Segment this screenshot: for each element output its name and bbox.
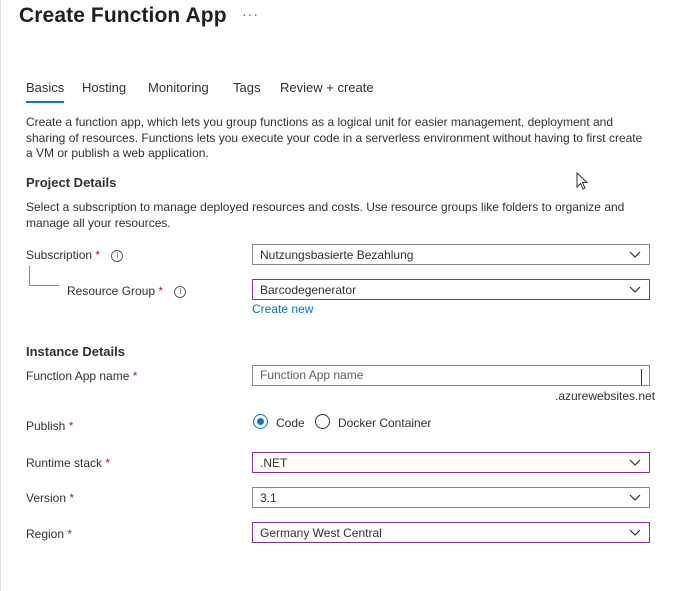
runtime-stack-value: .NET [260, 456, 288, 470]
resource-group-label: Resource Group * i [67, 284, 187, 298]
tree-connector [29, 266, 30, 285]
info-icon[interactable]: i [111, 250, 124, 262]
instance-details-heading: Instance Details [26, 344, 125, 359]
subscription-label-text: Subscription [26, 248, 93, 262]
page-title: Create Function App [19, 4, 227, 27]
text-cursor [641, 369, 642, 385]
version-label: Version * [26, 491, 74, 505]
chevron-down-icon [629, 494, 641, 501]
version-label-text: Version [26, 491, 67, 505]
version-value: 3.1 [260, 491, 277, 505]
required-marker: * [105, 456, 111, 470]
chevron-down-icon [629, 251, 641, 258]
domain-suffix: .azurewebsites.net [555, 389, 656, 403]
publish-code-label[interactable]: Code [276, 416, 305, 430]
required-marker: * [68, 419, 74, 433]
subscription-value: Nutzungsbasierte Bezahlung [260, 248, 414, 262]
project-details-description: Select a subscription to manage deployed… [26, 200, 625, 230]
chevron-down-icon [629, 529, 641, 536]
tab-hosting[interactable]: Hosting [82, 80, 126, 95]
tab-tags[interactable]: Tags [233, 80, 260, 95]
subscription-label: Subscription * i [26, 248, 124, 262]
tab-review-create[interactable]: Review + create [280, 80, 374, 95]
more-options-icon[interactable]: ··· [242, 6, 259, 22]
required-marker: * [158, 284, 164, 298]
tab-basics[interactable]: Basics [26, 80, 65, 103]
version-dropdown[interactable]: 3.1 [252, 487, 650, 508]
left-border [0, 0, 1, 591]
tree-connector [29, 285, 59, 286]
region-value: Germany West Central [260, 526, 382, 540]
info-icon[interactable]: i [174, 286, 187, 298]
resource-group-label-text: Resource Group [67, 284, 156, 298]
required-marker: * [69, 491, 75, 505]
publish-label: Publish * [26, 419, 73, 433]
mouse-pointer-icon [576, 172, 589, 190]
intro-text: Create a function app, which lets you gr… [26, 115, 643, 160]
required-marker: * [95, 248, 101, 262]
function-app-name-field[interactable] [252, 365, 650, 386]
region-label: Region * [26, 527, 72, 541]
subscription-dropdown[interactable]: Nutzungsbasierte Bezahlung [252, 244, 650, 265]
required-marker: * [67, 527, 73, 541]
chevron-down-icon [629, 286, 641, 293]
runtime-stack-label: Runtime stack * [26, 456, 110, 470]
required-marker: * [132, 369, 138, 383]
function-app-name-label-text: Function App name [26, 369, 130, 383]
function-app-name-input[interactable] [253, 366, 630, 384]
resource-group-dropdown[interactable]: Barcodegenerator [252, 279, 650, 300]
create-new-link[interactable]: Create new [252, 302, 313, 316]
publish-label-text: Publish [26, 419, 66, 433]
publish-docker-label[interactable]: Docker Container [338, 416, 431, 430]
function-app-name-label: Function App name * [26, 369, 137, 383]
region-dropdown[interactable]: Germany West Central [252, 522, 650, 543]
chevron-down-icon [629, 459, 641, 466]
publish-code-radio[interactable] [253, 414, 268, 429]
runtime-stack-label-text: Runtime stack [26, 456, 103, 470]
project-details-heading: Project Details [26, 175, 117, 190]
tab-monitoring[interactable]: Monitoring [148, 80, 209, 95]
runtime-stack-dropdown[interactable]: .NET [252, 452, 650, 473]
resource-group-value: Barcodegenerator [260, 283, 357, 297]
region-label-text: Region [26, 527, 65, 541]
publish-docker-radio[interactable] [315, 414, 330, 429]
